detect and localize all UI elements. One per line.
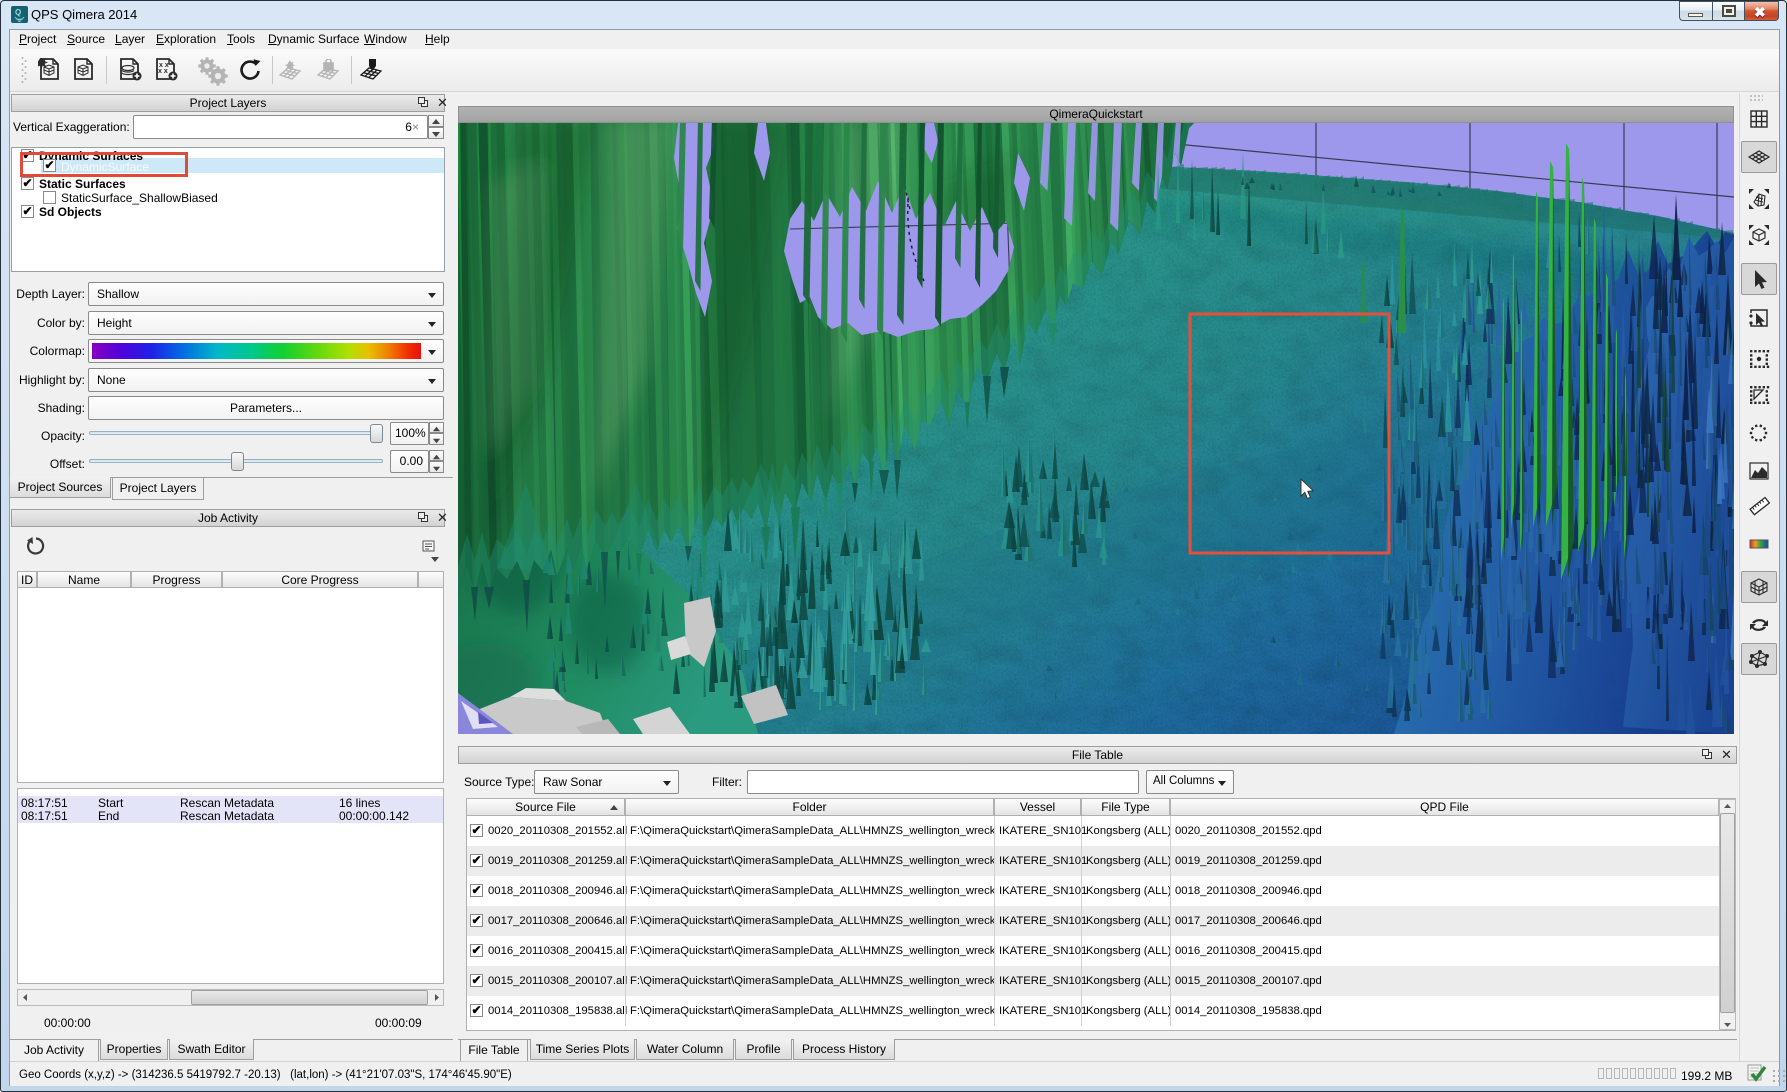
svg-text:x x: x x xyxy=(158,68,168,75)
svg-text:Q: Q xyxy=(15,8,21,17)
